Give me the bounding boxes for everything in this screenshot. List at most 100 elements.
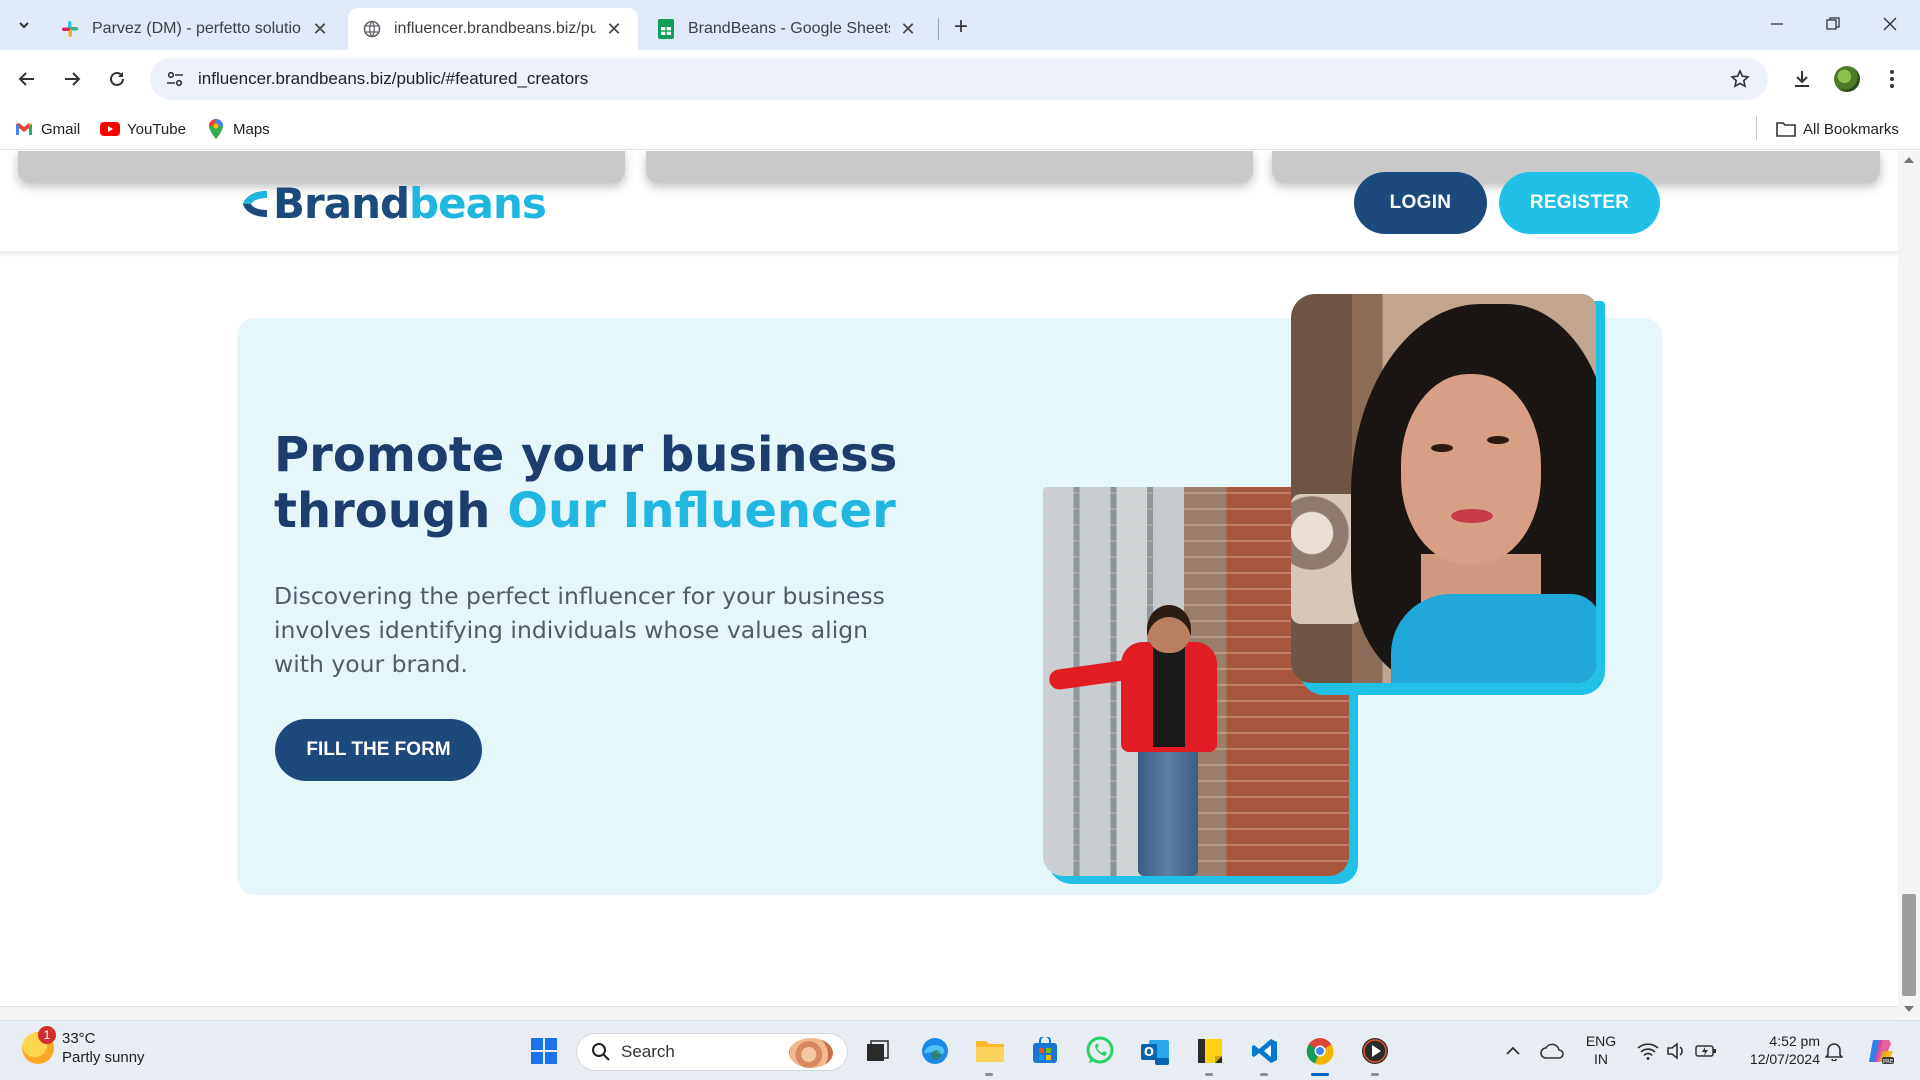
- avatar: [1834, 66, 1860, 92]
- task-view-icon: [867, 1040, 889, 1061]
- copilot-button[interactable]: PRE: [1862, 1033, 1898, 1069]
- language-indicator[interactable]: ENG IN: [1582, 1032, 1620, 1068]
- language-line2: IN: [1594, 1051, 1608, 1067]
- restore-button[interactable]: [1807, 6, 1859, 42]
- header-shadow: [0, 251, 1898, 257]
- vscode-icon: [1252, 1039, 1277, 1063]
- bookmark-gmail[interactable]: Gmail: [14, 116, 80, 142]
- svg-text:PRE: PRE: [1883, 1059, 1894, 1065]
- bookmarks-divider: [1756, 116, 1757, 140]
- microsoft-store-button[interactable]: [1027, 1033, 1063, 1069]
- tab-slack[interactable]: Parvez (DM) - perfetto solutions ✕: [46, 8, 344, 50]
- chrome-button[interactable]: [1302, 1033, 1338, 1069]
- register-button[interactable]: REGISTER: [1499, 172, 1660, 234]
- fill-the-form-button[interactable]: FILL THE FORM: [275, 719, 482, 781]
- brandbeans-logo[interactable]: Brandbeans: [237, 179, 547, 228]
- bookmark-label: YouTube: [127, 120, 186, 138]
- media-player-button[interactable]: [1357, 1033, 1393, 1069]
- brandbeans-logo-mark: [243, 190, 267, 217]
- arrow-left-icon: [18, 72, 34, 86]
- weather-temp: 33°C: [62, 1030, 96, 1047]
- close-window-button[interactable]: [1864, 6, 1916, 42]
- windows-taskbar: 1 33°C Partly sunny Search O ENG IN 4:52…: [0, 1020, 1920, 1080]
- menu-button[interactable]: [1874, 61, 1910, 97]
- chrome-icon: [1306, 1038, 1334, 1065]
- bookmark-maps[interactable]: Maps: [206, 116, 270, 142]
- battery-button[interactable]: [1688, 1033, 1724, 1069]
- weather-widget[interactable]: 1 33°C Partly sunny: [22, 1026, 145, 1067]
- back-button[interactable]: [9, 61, 45, 97]
- globe-icon: [362, 19, 382, 39]
- copilot-icon: PRE: [1869, 1040, 1894, 1065]
- language-line1: ENG: [1585, 1033, 1617, 1049]
- tab-search-button[interactable]: [8, 10, 40, 40]
- bookmark-label: Maps: [233, 120, 270, 138]
- cloud-icon: [1540, 1043, 1564, 1059]
- influencer-photo-woman: [1291, 294, 1596, 683]
- close-icon[interactable]: ✕: [604, 19, 624, 39]
- svg-text:O: O: [1144, 1045, 1154, 1059]
- onedrive-button[interactable]: [1534, 1033, 1570, 1069]
- edge-button[interactable]: [917, 1033, 953, 1069]
- profile-button[interactable]: [1829, 61, 1865, 97]
- minimize-icon: [1771, 23, 1783, 25]
- bookmark-star-icon[interactable]: [1720, 59, 1760, 99]
- clock-time: 4:52 pm: [1769, 1033, 1820, 1049]
- google-sheets-icon: [656, 19, 676, 39]
- tab-brandbeans-influencer[interactable]: influencer.brandbeans.biz/public/#featur…: [348, 8, 638, 50]
- scroll-down-arrow-icon[interactable]: [1904, 1006, 1914, 1012]
- new-tab-button[interactable]: +: [946, 12, 976, 42]
- windows-icon: [531, 1038, 557, 1064]
- page-scrollbar[interactable]: [1898, 151, 1920, 1020]
- running-indicator: [1205, 1073, 1213, 1076]
- outlook-new-button[interactable]: O: [1137, 1033, 1173, 1069]
- scroll-up-arrow-icon[interactable]: [1904, 157, 1914, 163]
- sticky-notes-button[interactable]: [1192, 1033, 1228, 1069]
- volume-icon: [1667, 1042, 1683, 1060]
- store-icon: [1033, 1037, 1057, 1063]
- address-bar[interactable]: influencer.brandbeans.biz/public/#featur…: [150, 58, 1768, 100]
- bell-icon: [1825, 1043, 1843, 1061]
- forward-button[interactable]: [54, 61, 90, 97]
- downloads-button[interactable]: [1784, 61, 1820, 97]
- folder-icon: [1776, 119, 1796, 139]
- chevron-up-icon: [1506, 1046, 1520, 1055]
- gmail-icon: [14, 119, 34, 139]
- close-icon[interactable]: ✕: [310, 19, 330, 39]
- clock[interactable]: 4:52 pm 12/07/2024: [1734, 1032, 1820, 1068]
- more-vert-icon: [1890, 70, 1894, 88]
- site-header: Brandbeans LOGIN REGISTER: [0, 151, 1898, 254]
- whatsapp-icon: [1086, 1036, 1114, 1064]
- scroll-thumb[interactable]: [1902, 894, 1916, 996]
- tab-strip: Parvez (DM) - perfetto solutions ✕ influ…: [0, 0, 1920, 50]
- outlook-icon: O: [1141, 1040, 1169, 1065]
- vscode-button[interactable]: [1247, 1033, 1283, 1069]
- reload-button[interactable]: [99, 61, 135, 97]
- page-bottom-strip: [0, 1006, 1898, 1020]
- login-button[interactable]: LOGIN: [1354, 172, 1487, 234]
- browser-toolbar: influencer.brandbeans.biz/public/#featur…: [0, 50, 1920, 108]
- close-icon[interactable]: ✕: [898, 19, 918, 39]
- maps-icon: [206, 119, 226, 139]
- hero-description: Discovering the perfect influencer for y…: [274, 582, 885, 678]
- logo-brand-text: Brand: [273, 179, 410, 228]
- hero-title: Promote your business through Our Influe…: [274, 427, 974, 539]
- file-explorer-button[interactable]: [972, 1033, 1008, 1069]
- start-button[interactable]: [526, 1033, 562, 1069]
- all-bookmarks-button[interactable]: All Bookmarks: [1776, 116, 1899, 142]
- show-hidden-icons-button[interactable]: [1495, 1033, 1531, 1069]
- whatsapp-button[interactable]: [1082, 1033, 1118, 1069]
- logo-beans-text: beans: [409, 179, 547, 228]
- notifications-button[interactable]: [1816, 1033, 1852, 1069]
- running-indicator: [985, 1073, 993, 1076]
- edge-icon: [922, 1038, 948, 1064]
- minimize-button[interactable]: [1751, 6, 1803, 42]
- tab-title: influencer.brandbeans.biz/public/#featur…: [394, 20, 596, 37]
- taskbar-search[interactable]: Search: [576, 1033, 848, 1071]
- tab-google-sheets[interactable]: BrandBeans - Google Sheets ✕: [642, 8, 932, 50]
- site-info-icon[interactable]: [154, 58, 196, 100]
- slack-icon: [60, 19, 80, 39]
- bookmark-youtube[interactable]: YouTube: [100, 116, 186, 142]
- task-view-button[interactable]: [860, 1033, 896, 1069]
- reload-icon: [110, 71, 124, 86]
